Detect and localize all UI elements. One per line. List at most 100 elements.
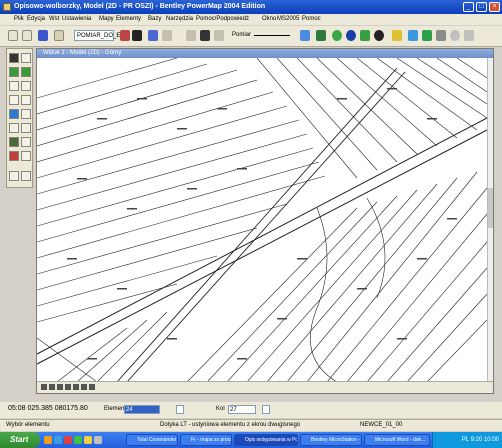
- weight-icon[interactable]: [186, 30, 196, 41]
- record-icon[interactable]: [374, 30, 384, 41]
- menu-item[interactable]: Edycja: [27, 14, 45, 25]
- app-icon: [3, 3, 11, 11]
- scroll-thumb[interactable]: [488, 188, 493, 228]
- taskbar-button[interactable]: Microsoft Word - dok...: [364, 434, 430, 446]
- menu-item[interactable]: Pomoc: [302, 14, 321, 25]
- line-tool-icon[interactable]: [9, 81, 19, 91]
- close-tool-icon[interactable]: [464, 30, 474, 41]
- quicklaunch-icon[interactable]: [74, 436, 82, 444]
- zoom-in-icon[interactable]: [49, 384, 55, 390]
- line-weight-icon[interactable]: [162, 30, 172, 41]
- new-icon[interactable]: [8, 30, 18, 41]
- color-field[interactable]: 27: [228, 405, 256, 414]
- window-area-icon[interactable]: [73, 384, 79, 390]
- line-style-icon[interactable]: [148, 30, 158, 41]
- view-title: Widok 1 - Model (2D) - Górny: [37, 49, 493, 58]
- attribute-row: 05:08 025.385 080175.80 Element 24 Kol 2…: [0, 402, 502, 418]
- close-icon[interactable]: ×: [489, 2, 500, 12]
- active-level-icon[interactable]: [54, 30, 64, 41]
- open-icon[interactable]: [22, 30, 32, 41]
- menu-item[interactable]: Plik: [14, 14, 24, 25]
- tool-settings-icon[interactable]: [422, 30, 432, 41]
- menu-item[interactable]: Ustawienia: [62, 14, 91, 25]
- element-field[interactable]: 24: [124, 405, 160, 414]
- taskbar-button[interactable]: Fr - mapa zs proce...: [180, 434, 232, 446]
- maximize-icon[interactable]: □: [476, 2, 487, 12]
- grid-icon[interactable]: [316, 30, 326, 41]
- color-picker-icon[interactable]: [132, 30, 142, 41]
- color-label: Kol: [216, 406, 225, 412]
- zoom-out-icon[interactable]: [57, 384, 63, 390]
- status-middle: Dotyka LT - ustyniowa elementu z ekrou d…: [160, 422, 301, 428]
- title-bar: Opisowo-wolborzky, Model (2D - PR OSZI) …: [0, 0, 502, 14]
- coordinate-readout: 05:08 025.385 080175.80: [8, 405, 88, 412]
- taskbar-button[interactable]: Total Commander 7...: [126, 434, 178, 446]
- menu-item[interactable]: Narzędzia: [166, 14, 193, 25]
- menu-item[interactable]: Elementy: [116, 14, 141, 25]
- active-level-field[interactable]: POMIAR_DO_ELS: [74, 30, 128, 41]
- attributes-icon[interactable]: [300, 30, 310, 41]
- help-icon[interactable]: [450, 30, 460, 41]
- quicklaunch-icon[interactable]: [64, 436, 72, 444]
- taskbar-button[interactable]: Opis wstępowania w Polsce 2004: [234, 434, 298, 446]
- fence-tool-icon[interactable]: [21, 53, 31, 63]
- rotate-icon[interactable]: [89, 384, 95, 390]
- menu-item[interactable]: Bazy: [148, 14, 161, 25]
- polygon-tool-icon[interactable]: [21, 81, 31, 91]
- quicklaunch-icon[interactable]: [44, 436, 52, 444]
- fit-view-icon[interactable]: [65, 384, 71, 390]
- globe-icon[interactable]: [332, 30, 342, 41]
- status-left: Wybór elementu: [6, 422, 50, 428]
- status-right: NEWCE_01_00: [360, 422, 403, 428]
- main-toolbox: [6, 48, 33, 188]
- view-tool-icon[interactable]: [21, 171, 31, 181]
- start-button[interactable]: Start: [0, 432, 40, 448]
- menu-item[interactable]: MS2005: [277, 14, 299, 25]
- minimize-icon[interactable]: _: [463, 2, 474, 12]
- selection-tool-icon[interactable]: [9, 53, 19, 63]
- tags-tool-icon[interactable]: [9, 171, 19, 181]
- pattern-tool-icon[interactable]: [21, 137, 31, 147]
- color-toggle[interactable]: [262, 405, 270, 414]
- measure-tool-icon[interactable]: [9, 137, 19, 147]
- curve-icon[interactable]: [408, 30, 418, 41]
- system-tray: PL 9:20 10:00: [432, 432, 502, 448]
- menu-item[interactable]: Mapy: [99, 14, 114, 25]
- tray-clock: PL 9:20 10:00: [461, 437, 499, 443]
- element-toggle[interactable]: [176, 405, 184, 414]
- color-icon[interactable]: [120, 30, 130, 41]
- view-window: Widok 1 - Model (2D) - Górny: [36, 48, 494, 394]
- delete-tool-icon[interactable]: [9, 151, 19, 161]
- weight-sample-icon[interactable]: [200, 30, 210, 41]
- manipulate-tool-icon[interactable]: [9, 67, 19, 77]
- point-tool-icon[interactable]: [21, 123, 31, 133]
- pencil-icon[interactable]: [392, 30, 402, 41]
- snap-icon[interactable]: [360, 30, 370, 41]
- circle-tool-icon[interactable]: [9, 95, 19, 105]
- style-icon[interactable]: [214, 30, 224, 41]
- modify-tool-icon[interactable]: [21, 67, 31, 77]
- taskbar-button[interactable]: Bentley MicroStation - widok...: [300, 434, 362, 446]
- quicklaunch-icon[interactable]: [54, 436, 62, 444]
- quicklaunch-icon[interactable]: [94, 436, 102, 444]
- info-icon[interactable]: [346, 30, 356, 41]
- vertical-scrollbar[interactable]: [487, 58, 493, 382]
- main-toolbar: POMIAR_DO_ELS Pomiar: [0, 26, 502, 47]
- group-tool-icon[interactable]: [21, 151, 31, 161]
- menu-bar: Plik Edycja Wst Ustawienia Mapy Elementy…: [0, 14, 502, 25]
- element-label: Element: [104, 406, 127, 412]
- cell-tool-icon[interactable]: [9, 109, 19, 119]
- cadastral-map[interactable]: [37, 58, 487, 382]
- text-tool-icon[interactable]: [21, 95, 31, 105]
- line-style-label: Pomiar: [232, 32, 252, 38]
- arc-tool-icon[interactable]: [9, 123, 19, 133]
- menu-item[interactable]: Wst: [49, 14, 59, 25]
- quicklaunch-icon[interactable]: [84, 436, 92, 444]
- menu-item[interactable]: Pomoc/Podpowiedź: [196, 14, 249, 25]
- dimension-tool-icon[interactable]: [21, 109, 31, 119]
- level-manager-icon[interactable]: [38, 30, 48, 41]
- pan-icon[interactable]: [81, 384, 87, 390]
- menu-item[interactable]: Okno: [262, 14, 276, 25]
- check-icon[interactable]: [436, 30, 446, 41]
- view-control-icon[interactable]: [41, 384, 47, 390]
